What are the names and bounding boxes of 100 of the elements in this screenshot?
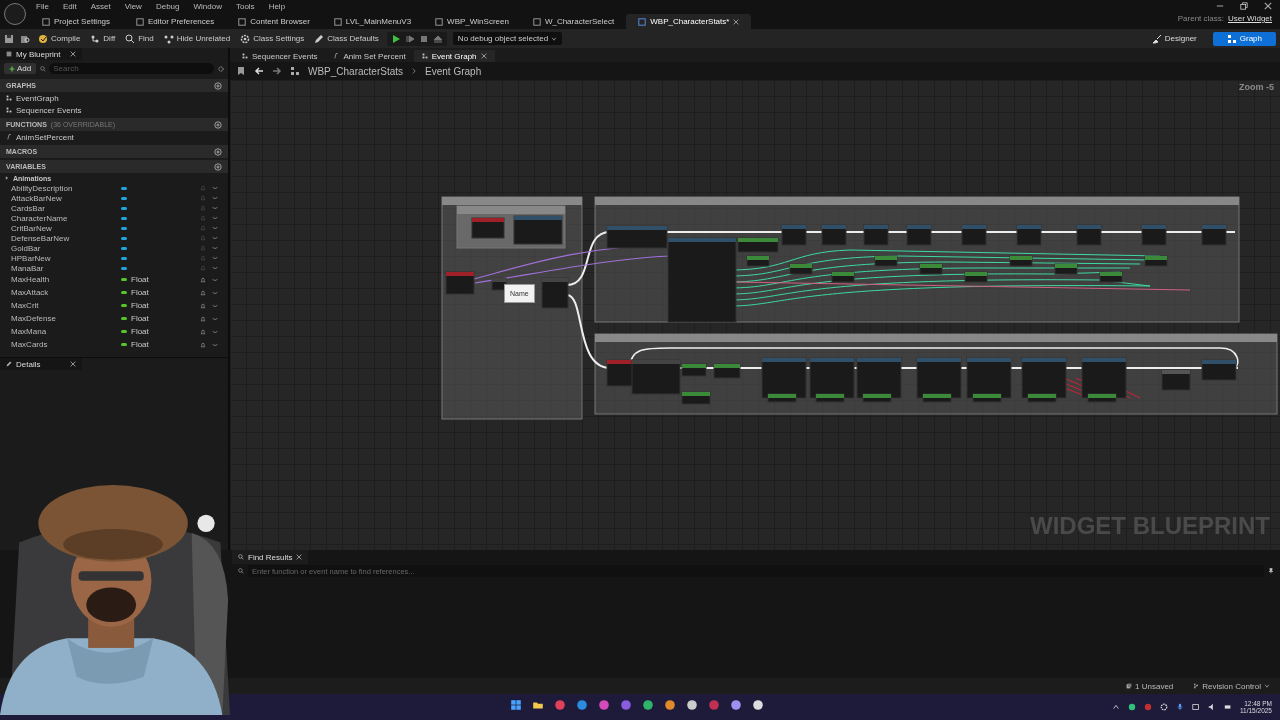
mode-button[interactable]: Designer: [1141, 31, 1207, 46]
asset-tab[interactable]: WBP_WinScreen: [423, 14, 521, 29]
variable-name[interactable]: DefenseBarNew: [11, 233, 121, 243]
graph-node[interactable]: [1141, 224, 1167, 246]
variable-name[interactable]: GoldBar: [11, 243, 121, 253]
asset-tab[interactable]: WBP_CharacterStats*: [626, 14, 752, 29]
graph-node[interactable]: [1009, 255, 1033, 267]
graph-node[interactable]: [681, 391, 711, 405]
breadcrumb-link[interactable]: WBP_CharacterStats: [308, 65, 404, 77]
minimize-icon[interactable]: [1216, 2, 1224, 10]
toolbar-button[interactable]: Diff: [88, 32, 118, 45]
mode-button[interactable]: Graph: [1212, 31, 1276, 46]
app-icon[interactable]: [686, 699, 698, 711]
toolbar-button[interactable]: Compile: [36, 32, 83, 45]
graph-tab[interactable]: Anim Set Percent: [325, 50, 414, 62]
close-icon[interactable]: [70, 361, 76, 367]
toolbar-button[interactable]: Class Defaults: [312, 32, 381, 45]
graph-node[interactable]: [491, 277, 507, 291]
chevron-up-icon[interactable]: [1111, 703, 1120, 711]
menu-item[interactable]: File: [36, 1, 49, 11]
toolbar-button[interactable]: Class Settings: [238, 32, 307, 45]
variable-name[interactable]: CritBarNew: [11, 223, 121, 233]
graph-node[interactable]: [874, 255, 898, 267]
graph-node[interactable]: [862, 393, 892, 403]
battery-icon[interactable]: [1223, 703, 1232, 711]
forward-arrow-icon[interactable]: [272, 66, 282, 76]
play-icon[interactable]: [390, 33, 401, 44]
graph-node[interactable]: [966, 357, 1012, 399]
graph-node[interactable]: [471, 217, 505, 239]
restore-icon[interactable]: [1240, 2, 1248, 10]
graph-tab[interactable]: Event Graph: [413, 50, 495, 62]
graph-node[interactable]: [815, 393, 845, 403]
graph-node[interactable]: [606, 225, 668, 249]
expand-arrow-icon[interactable]: [4, 175, 10, 181]
menu-item[interactable]: Tools: [235, 1, 255, 11]
close-icon[interactable]: [1264, 2, 1272, 10]
close-icon[interactable]: [296, 554, 303, 560]
graph-node[interactable]: [821, 224, 847, 246]
graph-node[interactable]: [916, 357, 962, 399]
close-icon[interactable]: [733, 18, 740, 25]
tree-item[interactable]: EventGraph: [0, 92, 228, 104]
variable-name[interactable]: AbilityDescription: [11, 183, 121, 193]
menu-item[interactable]: Help: [268, 1, 286, 11]
variable-name[interactable]: MaxHealth: [11, 275, 121, 284]
menu-item[interactable]: Asset: [90, 1, 111, 11]
graph-node[interactable]: [781, 224, 807, 246]
close-icon[interactable]: [480, 53, 487, 59]
graph-node[interactable]: [1201, 359, 1237, 381]
eject-icon[interactable]: [432, 33, 443, 44]
variable-name[interactable]: AttackBarNew: [11, 193, 121, 203]
variable-name[interactable]: MaxCrit: [11, 301, 121, 310]
graph-node[interactable]: [972, 393, 1002, 403]
graph-node[interactable]: [513, 215, 563, 245]
graph-node[interactable]: [809, 357, 855, 399]
variable-name[interactable]: MaxCards: [11, 340, 121, 349]
graph-node[interactable]: [681, 363, 707, 377]
unsaved-indicator[interactable]: 1 Unsaved: [1126, 681, 1174, 691]
variable-name[interactable]: HPBarNew: [11, 253, 121, 263]
parent-class-link[interactable]: User Widget: [1228, 14, 1272, 23]
graph-node[interactable]: [767, 393, 797, 403]
debug-object-dropdown[interactable]: No debug object selected: [452, 32, 563, 45]
add-button[interactable]: Add: [4, 63, 37, 74]
variable-name[interactable]: CardsBar: [11, 203, 121, 213]
add-icon[interactable]: [214, 81, 222, 90]
graph-node[interactable]: [863, 224, 889, 246]
app-icon[interactable]: [730, 699, 742, 711]
graph-node[interactable]: [746, 255, 770, 267]
graph-tab[interactable]: Sequencer Events: [234, 50, 326, 62]
graph-node[interactable]: [919, 263, 943, 275]
variable-name[interactable]: MaxMana: [11, 327, 121, 336]
graph-node[interactable]: [1081, 357, 1127, 399]
variable-name[interactable]: MaxDefense: [11, 314, 121, 323]
stop-icon[interactable]: [418, 33, 429, 44]
menu-item[interactable]: Debug: [155, 1, 180, 11]
graph-node[interactable]: [1144, 255, 1168, 267]
add-icon[interactable]: [214, 162, 222, 171]
breadcrumb-link[interactable]: Event Graph: [425, 65, 482, 77]
app-icon[interactable]: [664, 699, 676, 711]
graph-node[interactable]: [1016, 224, 1042, 246]
graph-node[interactable]: [1054, 263, 1078, 275]
revision-control-button[interactable]: Revision Control: [1193, 681, 1270, 691]
graph-node[interactable]: [606, 359, 634, 387]
microphone-icon[interactable]: [1175, 703, 1184, 711]
bookmark-icon[interactable]: [236, 66, 246, 76]
tree-item[interactable]: Sequencer Events: [0, 104, 228, 116]
menu-item[interactable]: Edit: [62, 1, 77, 11]
asset-tab[interactable]: Project Settings: [30, 14, 124, 29]
windows-start-icon[interactable]: [510, 699, 522, 711]
graph-node[interactable]: [445, 271, 475, 295]
variable-name[interactable]: ManaBar: [11, 263, 121, 273]
graph-node[interactable]: [831, 271, 855, 283]
variable-name[interactable]: MaxAttack: [11, 288, 121, 297]
app-icon[interactable]: [642, 699, 654, 711]
asset-tab[interactable]: LVL_MainMenuV3: [321, 14, 424, 29]
graph-node[interactable]: [541, 277, 569, 309]
graph-node[interactable]: [1027, 393, 1057, 403]
graph-node[interactable]: [789, 263, 813, 275]
engine-logo[interactable]: [4, 3, 26, 25]
graph-node[interactable]: [631, 359, 681, 395]
speaker-icon[interactable]: [1207, 703, 1216, 711]
